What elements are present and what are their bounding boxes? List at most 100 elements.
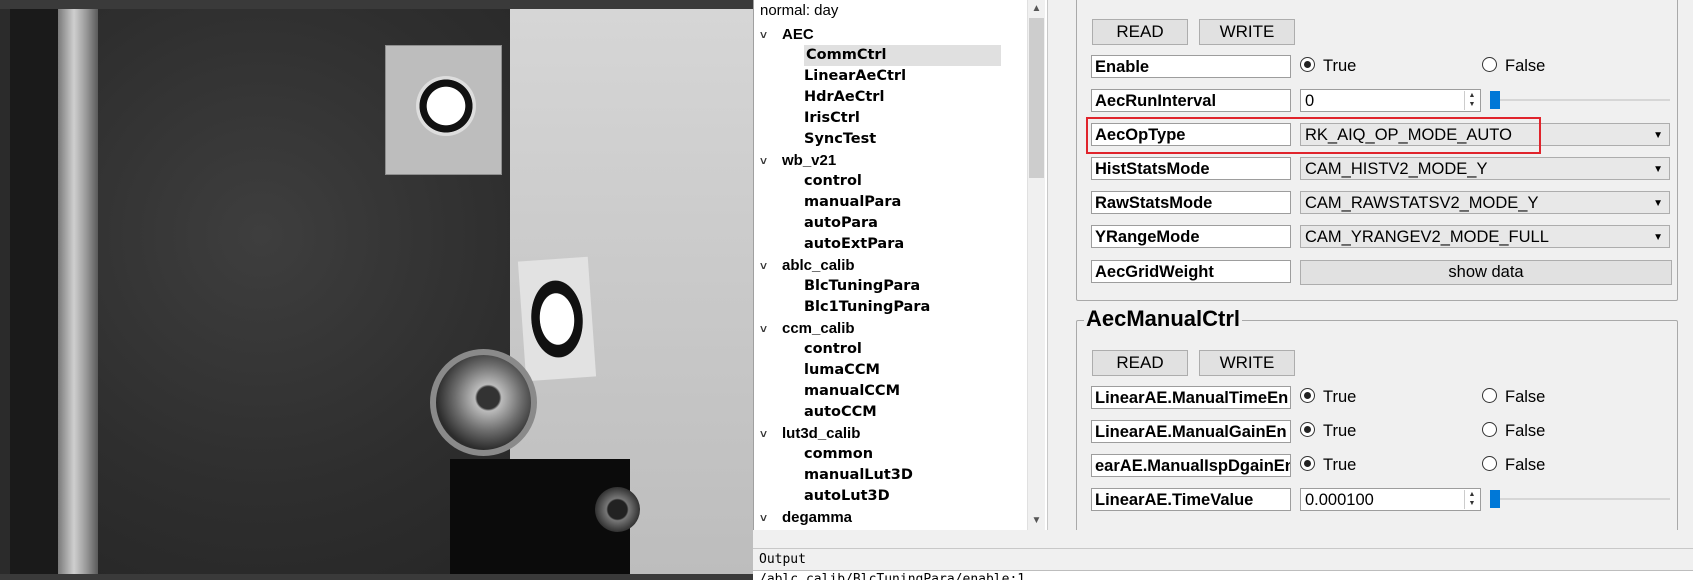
radio-checked-icon — [1300, 456, 1315, 472]
dropdown-caret-icon: ▼ — [1653, 164, 1663, 175]
tree-item-common[interactable]: common — [804, 444, 873, 465]
dropdown-caret-icon: ▼ — [1653, 130, 1663, 141]
tree-item-label: Blc1TuningPara — [804, 299, 931, 315]
radio-unchecked-icon — [1482, 422, 1497, 438]
tree-item-label: HdrAeCtrl — [804, 89, 885, 105]
tree-item-manualccm[interactable]: manualCCM — [804, 381, 900, 402]
manual-gain-en-label: LinearAE.ManualGainEn — [1091, 420, 1291, 443]
time-value-spinbox[interactable]: 0.000100 ▲ ▼ — [1300, 488, 1481, 511]
yrange-select[interactable]: CAM_YRANGEV2_MODE_FULL ▼ — [1300, 225, 1670, 248]
chevron-down-icon[interactable]: ˅ — [760, 424, 774, 445]
splitter[interactable] — [753, 530, 1693, 548]
chevron-down-icon[interactable]: ˅ — [760, 256, 774, 277]
lamp-fixture — [430, 349, 537, 456]
hist-stats-value: CAM_HISTV2_MODE_Y — [1305, 160, 1488, 178]
chevron-down-icon[interactable]: ˅ — [760, 151, 774, 172]
slider-handle[interactable] — [1490, 490, 1500, 508]
tree-item-manualpara[interactable]: manualPara — [804, 192, 901, 213]
enable-false-radio[interactable]: False — [1482, 55, 1545, 78]
gain-en-true-radio[interactable]: True — [1300, 420, 1356, 443]
tree-item-label: autoExtPara — [804, 236, 905, 252]
tree-group-ablc-calib[interactable]: ˅ ablc_calib — [760, 255, 855, 276]
gain-en-false-radio[interactable]: False — [1482, 420, 1545, 443]
tree-group-wb-v21[interactable]: ˅ wb_v21 — [760, 150, 836, 171]
tree-item-label: control — [804, 341, 862, 357]
output-panel-title: Output — [753, 548, 1693, 570]
tree-item-hdraectrl[interactable]: HdrAeCtrl — [804, 87, 884, 108]
manual-ctrl-title: AecManualCtrl — [1084, 306, 1243, 332]
tree-item-label: autoPara — [804, 215, 878, 231]
raw-stats-select[interactable]: CAM_RAWSTATSV2_MODE_Y ▼ — [1300, 191, 1670, 214]
scrollbar-thumb[interactable] — [1029, 18, 1044, 178]
read-button[interactable]: READ — [1092, 19, 1188, 45]
isp-dgain-en-false-radio[interactable]: False — [1482, 454, 1545, 477]
tree-scrollbar[interactable]: ▲ ▼ — [1027, 0, 1045, 530]
tree-group-lut3d-calib[interactable]: ˅ lut3d_calib — [760, 423, 860, 444]
time-value-label: LinearAE.TimeValue — [1091, 488, 1291, 511]
manual-isp-dgain-en-label: earAE.ManualIspDgainEn — [1091, 454, 1291, 477]
tree-group-degamma[interactable]: ˅ degamma — [760, 507, 852, 528]
show-data-button[interactable]: show data — [1300, 260, 1672, 285]
camera-frame — [10, 9, 753, 574]
tree-item-label: manualCCM — [804, 383, 901, 399]
yrange-value: CAM_YRANGEV2_MODE_FULL — [1305, 228, 1549, 246]
tree-item-autopara[interactable]: autoPara — [804, 213, 878, 234]
chevron-down-icon[interactable]: ˅ — [760, 319, 774, 340]
scroll-up-icon[interactable]: ▲ — [1028, 0, 1045, 18]
tree-item-blctuningpara[interactable]: BlcTuningPara — [804, 276, 920, 297]
tree-item-label: BlcTuningPara — [804, 278, 921, 294]
radio-true-label: True — [1323, 422, 1357, 440]
tree-item-manuallut3d[interactable]: manualLut3D — [804, 465, 913, 486]
tree-item-label: lut3d_calib — [782, 425, 861, 442]
parameter-editor: READ WRITE Enable True False AecRunInter… — [1047, 0, 1693, 530]
scroll-down-icon[interactable]: ▼ — [1028, 512, 1045, 530]
output-log: /ablc_calib/BlcTuningPara/enable:1 — [753, 570, 1693, 580]
spin-arrows-icon[interactable]: ▲ ▼ — [1464, 490, 1479, 509]
tree-item-label: ablc_calib — [782, 257, 855, 274]
tree-item-control[interactable]: control — [804, 339, 862, 360]
tree-item-label: ccm_calib — [782, 320, 855, 337]
slider-handle[interactable] — [1490, 91, 1500, 109]
tree-item-autolut3d[interactable]: autoLut3D — [804, 486, 890, 507]
write-button[interactable]: WRITE — [1199, 19, 1295, 45]
tree-item-lumaccm[interactable]: lumaCCM — [804, 360, 880, 381]
radio-false-label: False — [1505, 456, 1546, 474]
tree-item-autoccm[interactable]: autoCCM — [804, 402, 877, 423]
raw-stats-label: RawStatsMode — [1091, 191, 1291, 214]
isp-dgain-en-true-radio[interactable]: True — [1300, 454, 1356, 477]
spin-arrows-icon[interactable]: ▲ ▼ — [1464, 91, 1479, 110]
tree-item-control[interactable]: control — [804, 171, 862, 192]
run-interval-label: AecRunInterval — [1091, 89, 1291, 112]
chevron-down-icon[interactable]: ˅ — [760, 25, 774, 46]
tree-item-blc1tuningpara[interactable]: Blc1TuningPara — [804, 297, 930, 318]
tree-item-label: lumaCCM — [804, 362, 880, 378]
radio-false-label: False — [1505, 57, 1546, 75]
manual-write-button[interactable]: WRITE — [1199, 350, 1295, 376]
tree-group-aec[interactable]: ˅ AEC — [760, 24, 814, 45]
run-interval-spinbox[interactable]: 0 ▲ ▼ — [1300, 89, 1481, 112]
manual-time-en-label: LinearAE.ManualTimeEn — [1091, 386, 1291, 409]
tree-item-label: common — [804, 446, 874, 462]
run-interval-value: 0 — [1305, 92, 1315, 110]
manual-read-button[interactable]: READ — [1092, 350, 1188, 376]
hist-stats-select[interactable]: CAM_HISTV2_MODE_Y ▼ — [1300, 157, 1670, 180]
time-en-true-radio[interactable]: True — [1300, 386, 1356, 409]
tree-item-synctest[interactable]: SyncTest — [804, 129, 876, 150]
tree-item-irisctrl[interactable]: IrisCtrl — [804, 108, 860, 129]
time-value-value: 0.000100 — [1305, 491, 1374, 509]
tree-item-linearaectrl[interactable]: LinearAeCtrl — [804, 66, 906, 87]
run-interval-slider[interactable] — [1490, 89, 1670, 109]
time-en-false-radio[interactable]: False — [1482, 386, 1545, 409]
slider-track — [1490, 498, 1670, 500]
time-value-slider[interactable] — [1490, 488, 1670, 508]
chevron-down-icon[interactable]: ˅ — [760, 508, 774, 529]
preview-bottom-border — [0, 574, 753, 580]
enable-true-radio[interactable]: True — [1300, 55, 1356, 78]
tree-item-autoextpara[interactable]: autoExtPara — [804, 234, 904, 255]
hist-stats-label: HistStatsMode — [1091, 157, 1291, 180]
radio-true-label: True — [1323, 57, 1357, 75]
tree-item-label: degamma — [782, 509, 853, 526]
tree-item-commctrl[interactable]: CommCtrl — [804, 45, 1001, 66]
tree-group-ccm-calib[interactable]: ˅ ccm_calib — [760, 318, 855, 339]
parameter-tree[interactable]: normal: day ˅ AEC CommCtrl LinearAeCtrl HdrA… — [753, 0, 1048, 530]
